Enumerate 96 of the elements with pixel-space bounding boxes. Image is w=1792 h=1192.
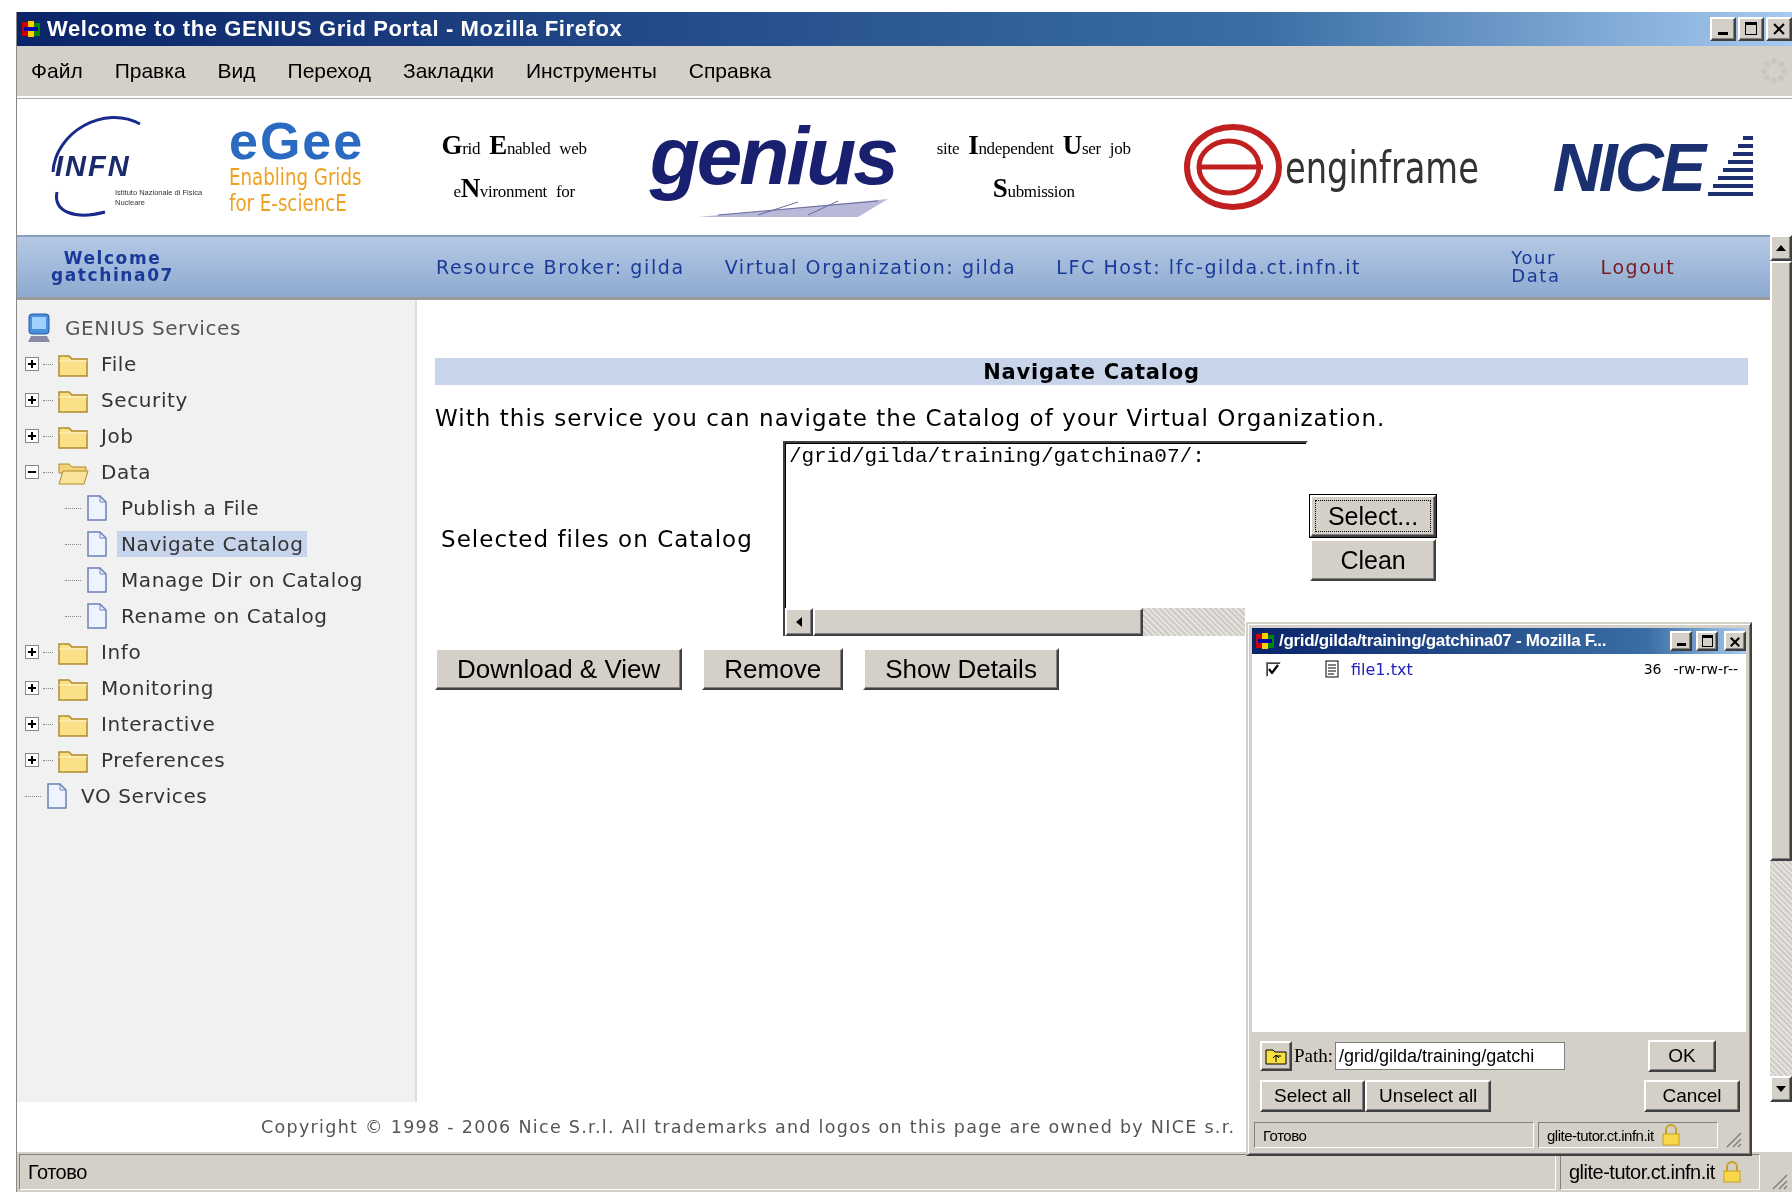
egee-tagline: Enabling Grids bbox=[229, 164, 362, 191]
menu-item[interactable]: Инструменты bbox=[525, 59, 657, 83]
acronym-text: Grid Enabled web bbox=[441, 130, 587, 161]
download-view-button[interactable]: Download & View bbox=[435, 648, 683, 690]
expander-icon[interactable] bbox=[25, 393, 39, 407]
app-icon bbox=[1255, 631, 1275, 651]
expander-icon[interactable] bbox=[25, 357, 39, 371]
acronym-text: Submission bbox=[992, 173, 1075, 204]
status-text: Готово bbox=[1263, 1126, 1307, 1144]
scroll-down-icon bbox=[1776, 1086, 1786, 1092]
enginframe-logo-icon bbox=[1182, 122, 1283, 212]
section-title: Navigate Catalog bbox=[983, 359, 1200, 384]
virtual-organization-text: Virtual Organization: gilda bbox=[724, 256, 1017, 278]
lfc-host-text: LFC Host: lfc-gilda.ct.infn.it bbox=[1056, 256, 1362, 278]
scroll-thumb[interactable] bbox=[812, 608, 1143, 636]
clean-button[interactable]: Clean bbox=[1309, 539, 1437, 581]
padlock-icon bbox=[1661, 1124, 1680, 1146]
expander-icon[interactable] bbox=[25, 753, 39, 767]
egee-logo-text: eGee bbox=[229, 117, 365, 165]
tree-item[interactable]: Security bbox=[97, 387, 192, 413]
tree-item[interactable]: Job bbox=[97, 423, 138, 449]
description-text: With this service you can navigate the Catalog of your Virtual Organization. bbox=[435, 405, 1387, 431]
host-text: glite-tutor.ct.infn.it bbox=[1547, 1126, 1654, 1144]
minimize-button[interactable] bbox=[1710, 17, 1736, 41]
acronym-text: eNvironment for bbox=[453, 173, 575, 204]
page-icon bbox=[85, 494, 109, 522]
vertical-scrollbar[interactable] bbox=[1770, 235, 1792, 1102]
tree-item[interactable]: Manage Dir on Catalog bbox=[117, 567, 367, 593]
your-data-link[interactable]: Your Data bbox=[1511, 249, 1561, 285]
status-text: Готово bbox=[28, 1160, 87, 1184]
expander-icon[interactable] bbox=[25, 429, 39, 443]
remove-button[interactable]: Remove bbox=[702, 648, 844, 690]
menu-item[interactable]: Переход bbox=[287, 59, 371, 83]
expander-icon[interactable] bbox=[25, 681, 39, 695]
page-icon bbox=[85, 566, 109, 594]
maximize-button[interactable] bbox=[1696, 631, 1718, 651]
logout-link[interactable]: Logout bbox=[1600, 256, 1676, 278]
select-all-button[interactable]: Select all bbox=[1260, 1080, 1366, 1112]
page-icon bbox=[45, 782, 69, 810]
window-title: Welcome to the GENIUS Grid Portal - Mozilla Firefox bbox=[47, 16, 624, 42]
scroll-left-icon bbox=[795, 617, 802, 627]
menu-item[interactable]: Закладки bbox=[403, 59, 494, 83]
ok-button[interactable]: OK bbox=[1648, 1040, 1716, 1072]
tree-item[interactable]: Navigate Catalog bbox=[117, 531, 308, 557]
selected-files-field[interactable]: /grid/gilda/training/gatchina07/: bbox=[782, 441, 1308, 608]
tree-item[interactable]: Info bbox=[97, 639, 146, 665]
tree-item[interactable]: Rename on Catalog bbox=[117, 603, 332, 629]
scroll-up-icon bbox=[1776, 245, 1786, 251]
enginframe-logo-text: enginframe bbox=[1284, 141, 1479, 193]
menu-item[interactable]: Справка bbox=[688, 59, 772, 83]
copyright-text: Copyright © 1998 - 2006 Nice S.r.l. All trademarks and logos on this page are owned by NICE s.r. bbox=[261, 1117, 1236, 1137]
file-link[interactable]: file1.txt bbox=[1351, 659, 1632, 679]
infn-logo-text: INFN bbox=[55, 150, 131, 183]
document-icon bbox=[1325, 660, 1339, 678]
page-icon bbox=[85, 530, 109, 558]
file-size: 36 bbox=[1643, 661, 1662, 677]
egee-tagline: for E-sciencE bbox=[229, 190, 347, 217]
expander-icon[interactable] bbox=[25, 465, 39, 479]
acronym-text: site Independent User job bbox=[936, 130, 1131, 161]
path-field[interactable]: /grid/gilda/training/gatchi bbox=[1335, 1042, 1566, 1070]
tree-item[interactable]: File bbox=[97, 351, 141, 377]
folder-up-icon bbox=[1265, 1047, 1287, 1065]
select-button[interactable]: Select... bbox=[1309, 495, 1437, 537]
minimize-button[interactable] bbox=[1670, 631, 1692, 651]
tree-item[interactable]: Monitoring bbox=[97, 675, 218, 701]
close-button[interactable] bbox=[1766, 17, 1792, 41]
tree-item[interactable]: VO Services bbox=[77, 783, 212, 809]
menu-item[interactable]: Файл bbox=[31, 59, 83, 83]
tree-item[interactable]: Preferences bbox=[97, 747, 230, 773]
parent-folder-button[interactable] bbox=[1260, 1041, 1292, 1071]
maximize-button[interactable] bbox=[1738, 17, 1764, 41]
page-icon bbox=[85, 602, 109, 630]
welcome-text: Welcome gatchina07 bbox=[51, 250, 174, 284]
resource-broker-text: Resource Broker: gilda bbox=[436, 256, 685, 278]
close-button[interactable] bbox=[1724, 631, 1746, 651]
file-permissions: -rw-rw-r-- bbox=[1673, 661, 1738, 677]
app-icon bbox=[21, 19, 41, 39]
cancel-button[interactable]: Cancel bbox=[1644, 1080, 1740, 1112]
show-details-button[interactable]: Show Details bbox=[863, 648, 1059, 690]
horizontal-scrollbar[interactable] bbox=[782, 608, 1245, 636]
scroll-thumb[interactable] bbox=[1770, 261, 1792, 861]
padlock-icon bbox=[1722, 1161, 1741, 1183]
field-label: Selected files on Catalog bbox=[441, 525, 753, 552]
menu-item[interactable]: Правка bbox=[114, 59, 186, 83]
expander-icon[interactable] bbox=[25, 645, 39, 659]
host-text: glite-tutor.ct.infn.it bbox=[1569, 1160, 1715, 1184]
path-label: Path: bbox=[1294, 1045, 1334, 1067]
unselect-all-button[interactable]: Unselect all bbox=[1365, 1080, 1492, 1112]
popup-window-title: /grid/gilda/training/gatchina07 - Mozilla F... bbox=[1279, 631, 1608, 651]
menu-item[interactable]: Вид bbox=[217, 59, 256, 83]
expander-icon[interactable] bbox=[25, 717, 39, 731]
scroll-left-button[interactable] bbox=[784, 608, 813, 636]
tree-item[interactable]: Data bbox=[97, 459, 156, 485]
tree-item[interactable]: Publish a File bbox=[117, 495, 264, 521]
tree-root-label: GENIUS Services bbox=[64, 315, 243, 341]
tree-item[interactable]: Interactive bbox=[97, 711, 220, 737]
